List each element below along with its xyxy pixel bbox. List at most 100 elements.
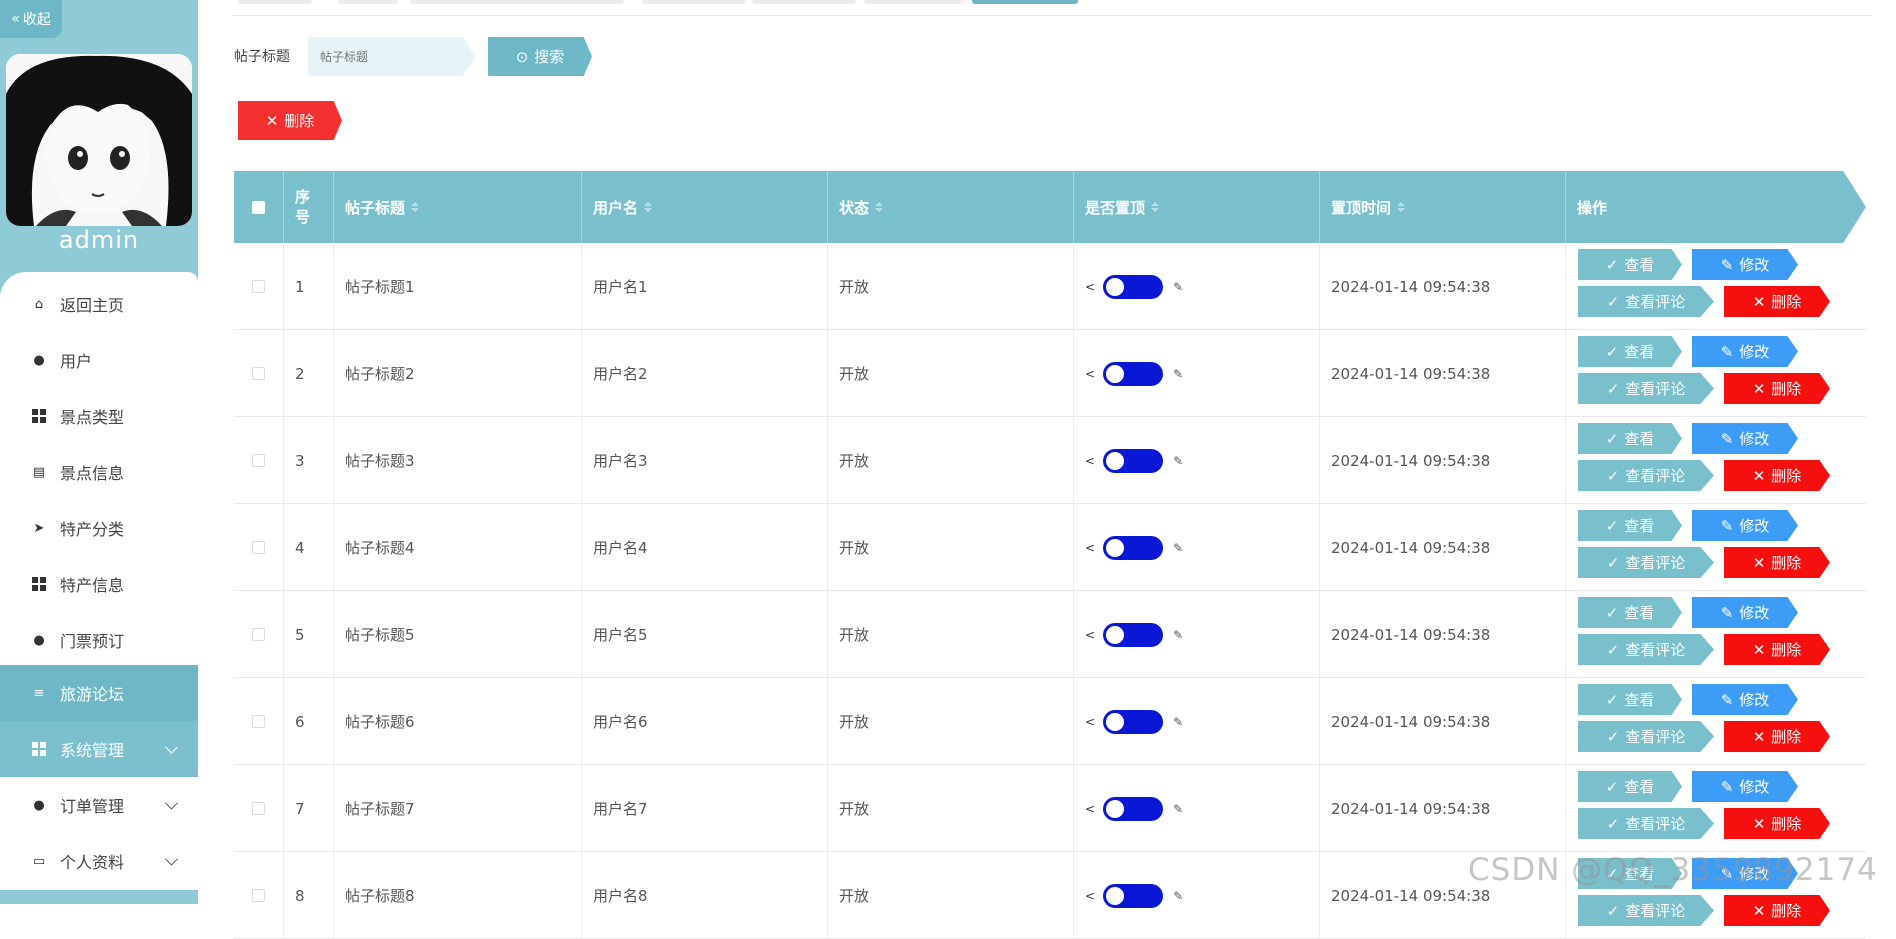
sort-icon[interactable]	[644, 202, 653, 212]
sort-icon[interactable]	[1397, 202, 1406, 212]
delete-row-button[interactable]: ✕ 删除	[1724, 286, 1830, 317]
view-comments-button[interactable]: ✓ 查看评论	[1578, 895, 1714, 926]
sidebar-item-profile[interactable]: ▭ 个人资料	[0, 833, 198, 889]
sidebar-item-travel-forum[interactable]: ≡ 旅游论坛	[0, 665, 198, 721]
row-checkbox[interactable]	[252, 280, 265, 293]
pinned-toggle[interactable]	[1103, 535, 1164, 560]
edit-button[interactable]: ✎ 修改	[1692, 336, 1798, 367]
delete-row-button[interactable]: ✕ 删除	[1724, 373, 1830, 404]
top-tab[interactable]	[410, 0, 624, 4]
pinned-toggle[interactable]	[1103, 361, 1164, 386]
grid-icon	[32, 409, 46, 423]
delete-row-button[interactable]: ✕ 删除	[1724, 895, 1830, 926]
sort-icon[interactable]	[875, 202, 884, 212]
top-tab[interactable]	[338, 0, 398, 4]
column-header-username[interactable]: 用户名	[582, 171, 828, 243]
view-button[interactable]: ✓ 查看	[1578, 249, 1682, 280]
pinned-toggle[interactable]	[1103, 709, 1164, 734]
batch-delete-button[interactable]: ✕ 删除	[238, 101, 342, 140]
sidebar-item-home[interactable]: ⌂ 返回主页	[0, 276, 198, 332]
sidebar-item-order-management[interactable]: ● 订单管理	[0, 777, 198, 833]
view-button[interactable]: ✓ 查看	[1578, 510, 1682, 541]
edit-button[interactable]: ✎ 修改	[1692, 597, 1798, 628]
sidebar-item-specialty-categories[interactable]: ➤ 特产分类	[0, 500, 198, 556]
sidebar-item-label: 特产信息	[60, 576, 125, 595]
table-row: 7 帖子标题7 用户名7 开放 < ✎ 2024-01-14 09:54:38 ✓ 查看 ✎ 修改 ✓…	[234, 765, 1866, 852]
delete-row-button[interactable]: ✕ 删除	[1724, 547, 1830, 578]
pinned-toggle[interactable]	[1103, 796, 1164, 821]
view-comments-label: 查看评论	[1625, 641, 1686, 659]
view-button[interactable]: ✓ 查看	[1578, 597, 1682, 628]
row-status: 开放	[828, 243, 1074, 330]
delete-row-button[interactable]: ✕ 删除	[1724, 634, 1830, 665]
delete-row-button[interactable]: ✕ 删除	[1724, 808, 1830, 839]
row-checkbox[interactable]	[252, 802, 265, 815]
sidebar-item-ticket-booking[interactable]: ● 门票预订	[0, 612, 198, 668]
row-checkbox[interactable]	[252, 628, 265, 641]
row-title: 帖子标题3	[334, 417, 582, 504]
view-comments-button[interactable]: ✓ 查看评论	[1578, 547, 1714, 578]
top-tab[interactable]	[752, 0, 856, 4]
view-button[interactable]: ✓ 查看	[1578, 336, 1682, 367]
row-checkbox[interactable]	[252, 454, 265, 467]
view-button-label: 查看	[1624, 430, 1655, 448]
check-icon: ✓	[1605, 429, 1619, 448]
anime-avatar-image	[6, 54, 192, 226]
search-input[interactable]	[308, 37, 476, 76]
view-button[interactable]: ✓ 查看	[1578, 423, 1682, 454]
sidebar-item-users[interactable]: ● 用户	[0, 332, 198, 388]
edit-button[interactable]: ✎ 修改	[1692, 771, 1798, 802]
row-checkbox[interactable]	[252, 367, 265, 380]
view-comments-button[interactable]: ✓ 查看评论	[1578, 808, 1714, 839]
collapse-sidebar-button[interactable]: « 收起	[0, 0, 62, 38]
row-checkbox[interactable]	[252, 889, 265, 902]
edit-icon: ✎	[1720, 255, 1734, 274]
sort-icon[interactable]	[1151, 202, 1160, 212]
sidebar-item-label: 个人资料	[60, 853, 125, 872]
view-button[interactable]: ✓ 查看	[1578, 684, 1682, 715]
select-all-checkbox[interactable]	[252, 200, 265, 214]
column-header-title[interactable]: 帖子标题	[334, 171, 582, 243]
delete-row-button[interactable]: ✕ 删除	[1724, 460, 1830, 491]
pinned-toggle[interactable]	[1103, 448, 1164, 473]
top-tab[interactable]	[238, 0, 312, 4]
top-tab[interactable]	[864, 0, 964, 4]
sidebar-item-specialty-info[interactable]: 特产信息	[0, 556, 198, 612]
edit-button[interactable]: ✎ 修改	[1692, 684, 1798, 715]
table-row: 5 帖子标题5 用户名5 开放 < ✎ 2024-01-14 09:54:38 ✓ 查看 ✎ 修改 ✓…	[234, 591, 1866, 678]
row-status: 开放	[828, 765, 1074, 852]
row-checkbox[interactable]	[252, 541, 265, 554]
top-tab[interactable]	[642, 0, 746, 4]
edit-button[interactable]: ✎ 修改	[1692, 249, 1798, 280]
column-header-pinned[interactable]: 是否置顶	[1074, 171, 1320, 243]
pinned-toggle[interactable]	[1103, 274, 1164, 299]
view-comments-button[interactable]: ✓ 查看评论	[1578, 634, 1714, 665]
row-checkbox[interactable]	[252, 715, 265, 728]
view-button-label: 查看	[1624, 256, 1655, 274]
top-tab-active[interactable]	[972, 0, 1078, 4]
view-comments-button[interactable]: ✓ 查看评论	[1578, 460, 1714, 491]
edit-button[interactable]: ✎ 修改	[1692, 510, 1798, 541]
row-actions: ✓ 查看 ✎ 修改 ✓ 查看评论 ✕ 删除	[1578, 684, 1838, 760]
pinned-toggle[interactable]	[1103, 622, 1164, 647]
view-comments-button[interactable]: ✓ 查看评论	[1578, 373, 1714, 404]
sidebar-item-system-management[interactable]: 系统管理	[0, 721, 198, 777]
edit-button-label: 修改	[1739, 343, 1770, 361]
delete-row-button[interactable]: ✕ 删除	[1724, 721, 1830, 752]
column-header-status[interactable]: 状态	[828, 171, 1074, 243]
edit-button[interactable]: ✎ 修改	[1692, 423, 1798, 454]
row-pinned-cell: < ✎	[1074, 504, 1320, 591]
view-comments-button[interactable]: ✓ 查看评论	[1578, 721, 1714, 752]
sort-icon[interactable]	[411, 202, 420, 212]
column-header-pin-time[interactable]: 置顶时间	[1320, 171, 1566, 243]
view-comments-button[interactable]: ✓ 查看评论	[1578, 286, 1714, 317]
sidebar-item-scenic-info[interactable]: ▤ 景点信息	[0, 444, 198, 500]
sidebar-item-scenic-types[interactable]: 景点类型	[0, 388, 198, 444]
pencil-icon: ✎	[1173, 540, 1184, 555]
search-button[interactable]: ⊙ 搜索	[488, 37, 592, 76]
row-pin-time: 2024-01-14 09:54:38	[1320, 330, 1566, 417]
check-icon: ✓	[1605, 777, 1619, 796]
table-header: 序号 帖子标题 用户名 状态 是否置顶 置顶时间 操作	[234, 171, 1866, 243]
view-button[interactable]: ✓ 查看	[1578, 771, 1682, 802]
column-header-label: 置顶时间	[1331, 198, 1392, 217]
